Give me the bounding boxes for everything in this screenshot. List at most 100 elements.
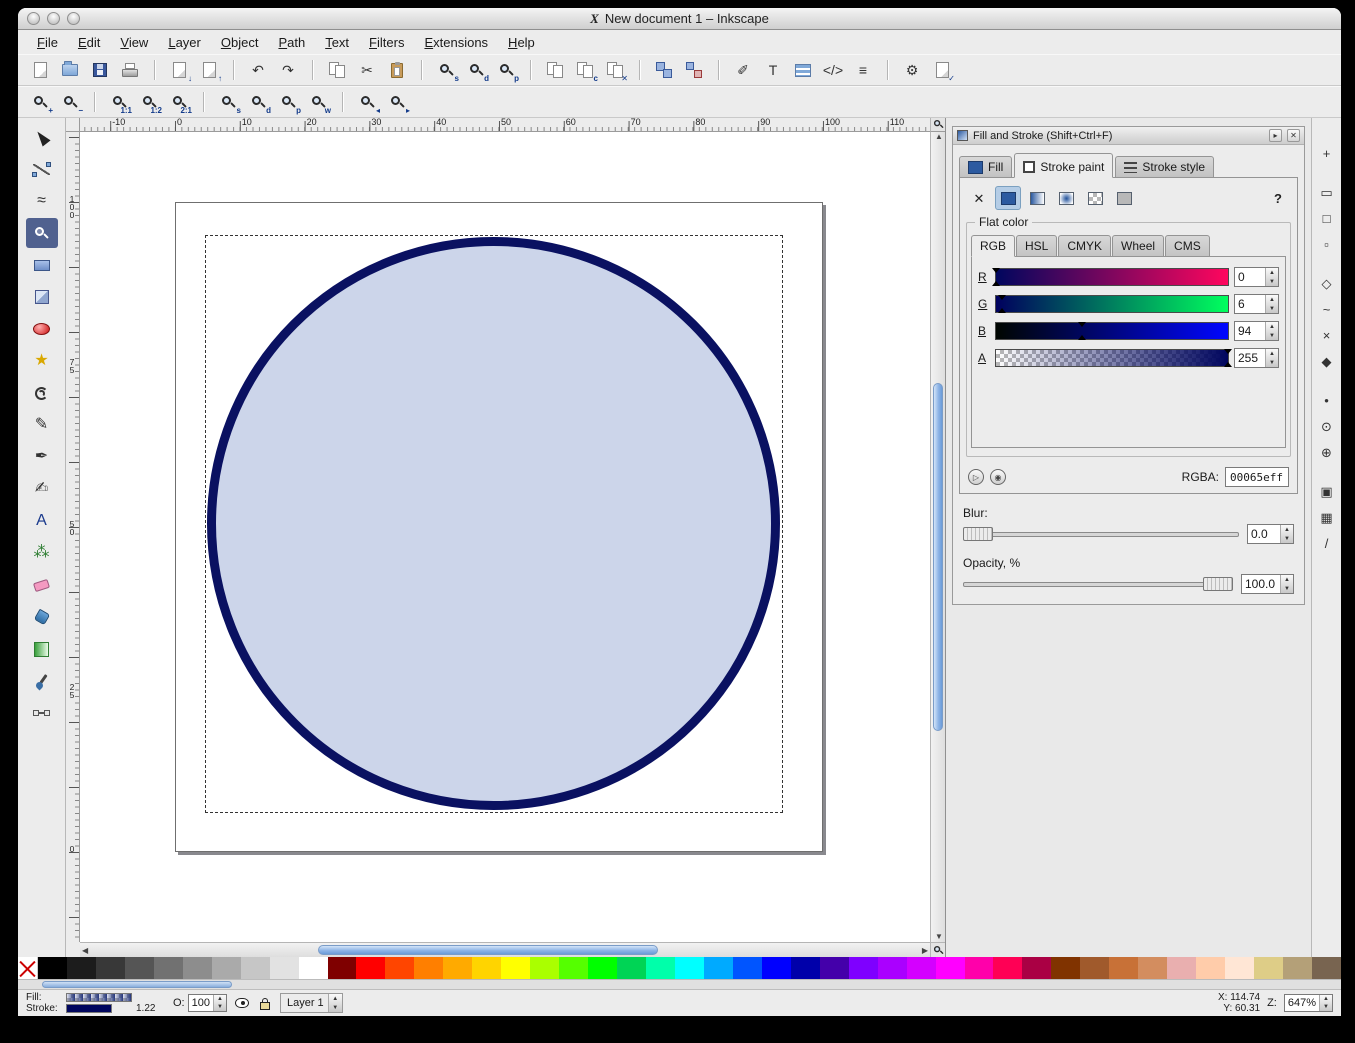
tab-stroke-paint[interactable]: Stroke paint: [1014, 153, 1113, 178]
opacity-slider-thumb[interactable]: [1203, 577, 1233, 591]
palette-swatch[interactable]: [646, 957, 675, 979]
redo-button[interactable]: ↷: [274, 57, 302, 83]
close-button[interactable]: [27, 12, 40, 25]
tab-fill[interactable]: Fill: [959, 156, 1012, 178]
palette-swatch[interactable]: [1022, 957, 1051, 979]
palette-swatch[interactable]: [762, 957, 791, 979]
print-document-button[interactable]: [116, 57, 144, 83]
rectangle-tool-button[interactable]: [26, 250, 58, 280]
unlink-clone-button[interactable]: ✕: [601, 57, 629, 83]
palette-swatch[interactable]: [1080, 957, 1109, 979]
vertical-ruler[interactable]: 1007550250: [66, 132, 80, 942]
export-button[interactable]: ↑: [195, 57, 223, 83]
flat-color-button[interactable]: [995, 186, 1021, 210]
unknown-paint-button[interactable]: ?: [1265, 186, 1291, 210]
palette-swatch[interactable]: [675, 957, 704, 979]
import-button[interactable]: ↓: [165, 57, 193, 83]
horizontal-ruler[interactable]: -100102030405060708090100110: [80, 118, 930, 132]
menu-path[interactable]: Path: [269, 33, 314, 52]
palette-swatch[interactable]: [820, 957, 849, 979]
new-document-button[interactable]: [26, 57, 54, 83]
spin-up-icon[interactable]: ▲: [1266, 268, 1278, 277]
spin-up-icon[interactable]: ▲: [1281, 575, 1293, 584]
opacity-slider[interactable]: [963, 576, 1233, 592]
layer-visibility-button[interactable]: [234, 994, 250, 1012]
swatch-button[interactable]: [1111, 186, 1137, 210]
palette-swatch[interactable]: [299, 957, 328, 979]
palette-swatch[interactable]: [1283, 957, 1312, 979]
palette-swatch[interactable]: [443, 957, 472, 979]
palette-swatch[interactable]: [1167, 957, 1196, 979]
zoom-selection-button[interactable]: s: [214, 89, 242, 115]
pattern-button[interactable]: [1082, 186, 1108, 210]
layer-steppers[interactable]: ▲▼: [328, 994, 342, 1012]
snap-path-intersections-button[interactable]: ×: [1315, 324, 1339, 347]
opacity-steppers[interactable]: ▲▼: [1280, 575, 1293, 593]
no-color-swatch[interactable]: [18, 957, 38, 979]
palette-swatch[interactable]: [965, 957, 994, 979]
spin-up-icon[interactable]: ▲: [1281, 525, 1293, 534]
titlebar[interactable]: X New document 1 – Inkscape: [18, 8, 1341, 30]
snap-rotation-centers-button[interactable]: ⊕: [1315, 441, 1339, 464]
palette-swatch[interactable]: [1051, 957, 1080, 979]
palette-swatch[interactable]: [993, 957, 1022, 979]
channel-spinbox-b-steppers[interactable]: ▲▼: [1265, 322, 1278, 340]
stroke-swatch[interactable]: [66, 1004, 112, 1013]
paste-button[interactable]: [383, 57, 411, 83]
palette-swatch[interactable]: [38, 957, 67, 979]
document-properties-button[interactable]: ✓: [928, 57, 956, 83]
selector-tool-button[interactable]: [26, 122, 58, 152]
palette-swatch[interactable]: [1312, 957, 1341, 979]
palette-swatch[interactable]: [501, 957, 530, 979]
cms-toggle-button[interactable]: ◉: [990, 469, 1006, 485]
dock-float-button[interactable]: ▸: [1269, 129, 1282, 142]
palette-swatch[interactable]: [154, 957, 183, 979]
snap-paths-button[interactable]: ~: [1315, 298, 1339, 321]
zoom-next-button[interactable]: ▸: [383, 89, 411, 115]
channel-slider-r[interactable]: [995, 268, 1229, 286]
menu-text[interactable]: Text: [316, 33, 358, 52]
vertical-scrollbar[interactable]: ▲ ▼: [930, 132, 945, 942]
spin-down-icon[interactable]: ▼: [1281, 534, 1293, 543]
spin-up-icon[interactable]: ▲: [214, 995, 226, 1003]
palette-swatch[interactable]: [1109, 957, 1138, 979]
channel-spinbox-a[interactable]: 255▲▼: [1234, 348, 1279, 368]
zoom-steppers[interactable]: ▲▼: [1319, 995, 1332, 1011]
snap-cusp-nodes-button[interactable]: ◆: [1315, 350, 1339, 373]
spin-up-icon[interactable]: ▲: [329, 994, 342, 1003]
palette-swatch[interactable]: [791, 957, 820, 979]
create-clone-button[interactable]: c: [571, 57, 599, 83]
tab-wheel[interactable]: Wheel: [1112, 235, 1164, 257]
master-opacity-spinbox[interactable]: 100 ▲▼: [188, 994, 227, 1012]
layer-selector[interactable]: Layer 1 ▲▼: [280, 993, 343, 1013]
palette-swatch[interactable]: [704, 957, 733, 979]
channel-spinbox-r[interactable]: 0▲▼: [1234, 267, 1279, 287]
horizontal-scroll-thumb[interactable]: [318, 945, 658, 955]
pen-tool-button[interactable]: ✒: [26, 442, 58, 472]
blur-slider-thumb[interactable]: [963, 527, 993, 541]
fill-stroke-indicator[interactable]: Fill: Stroke: 1.22: [26, 992, 166, 1014]
blur-spinbox[interactable]: 0.0 ▲▼: [1247, 524, 1294, 544]
copy-button[interactable]: [323, 57, 351, 83]
star-tool-button[interactable]: ★: [26, 346, 58, 376]
scroll-right-icon[interactable]: ▶: [922, 947, 928, 955]
menu-view[interactable]: View: [111, 33, 157, 52]
scroll-down-icon[interactable]: ▼: [935, 933, 943, 941]
ruler-zoom-button[interactable]: [930, 118, 945, 132]
zoom-in-button[interactable]: +: [26, 89, 54, 115]
palette-swatch[interactable]: [414, 957, 443, 979]
scroll-left-icon[interactable]: ◀: [82, 947, 88, 955]
align-dialog-button[interactable]: ≡: [849, 57, 877, 83]
spin-down-icon[interactable]: ▼: [1266, 277, 1278, 286]
spin-down-icon[interactable]: ▼: [329, 1003, 342, 1012]
cut-button[interactable]: ✂: [353, 57, 381, 83]
palette-swatch[interactable]: [385, 957, 414, 979]
zoom-1-1-button[interactable]: 1:1: [105, 89, 133, 115]
palette-swatch[interactable]: [1254, 957, 1283, 979]
palette-swatch[interactable]: [183, 957, 212, 979]
menu-filters[interactable]: Filters: [360, 33, 413, 52]
snap-page-border-button[interactable]: ▣: [1315, 480, 1339, 503]
palette-swatch[interactable]: [328, 957, 357, 979]
spin-down-icon[interactable]: ▼: [1266, 304, 1278, 313]
gradient-tool-button[interactable]: [26, 634, 58, 664]
